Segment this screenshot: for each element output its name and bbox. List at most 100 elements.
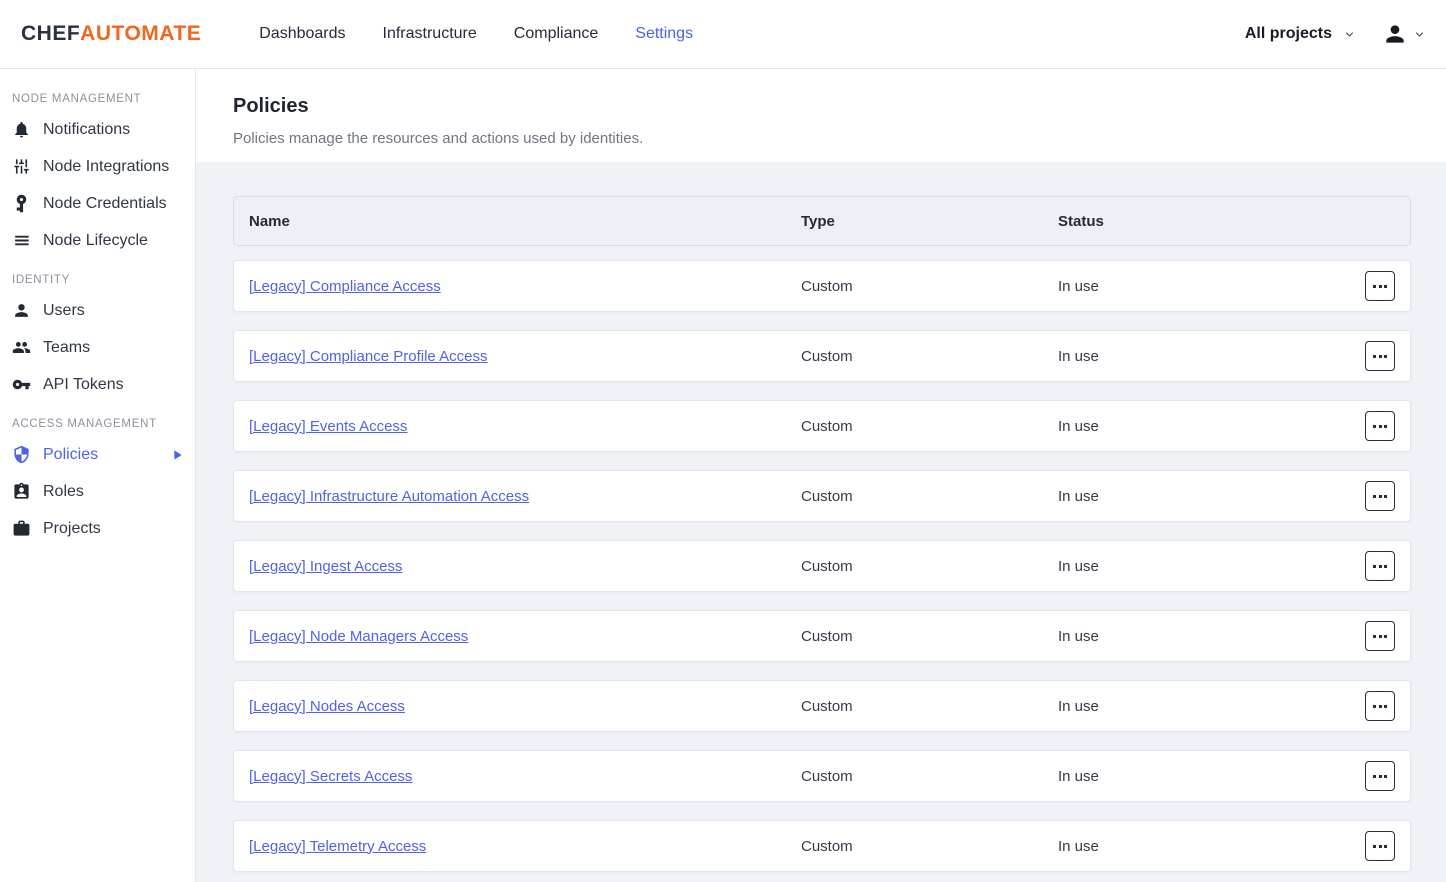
page-title: Policies	[233, 95, 1409, 118]
sidebar: NODE MANAGEMENT Notifications Node Integra…	[0, 69, 196, 882]
row-menu-button[interactable]	[1365, 271, 1395, 301]
row-menu-button[interactable]	[1365, 761, 1395, 791]
policy-link[interactable]: [Legacy] Compliance Access	[249, 278, 441, 295]
policy-name-cell: [Legacy] Telemetry Access	[249, 838, 801, 855]
column-header-type: Type	[801, 213, 1058, 230]
user-menu-dropdown[interactable]	[1382, 21, 1426, 47]
table-row: [Legacy] Ingest AccessCustomIn use	[233, 540, 1411, 592]
policy-name-cell: [Legacy] Secrets Access	[249, 768, 801, 785]
sidebar-item-label: Node Lifecycle	[43, 232, 148, 250]
policy-link[interactable]: [Legacy] Nodes Access	[249, 698, 405, 715]
policy-type-cell: Custom	[801, 698, 1058, 715]
table-row: [Legacy] Compliance Profile Access Custom…	[233, 330, 1411, 382]
policy-link[interactable]: [Legacy] Events Access	[249, 418, 407, 435]
people-icon	[12, 338, 31, 357]
list-icon	[12, 231, 31, 250]
sidebar-item-label: Node Credentials	[43, 195, 167, 213]
sidebar-item-users[interactable]: Users	[0, 292, 195, 329]
policy-status-cell: In use	[1058, 838, 1410, 855]
policy-status-cell: In use	[1058, 488, 1410, 505]
ellipsis-icon	[1373, 495, 1376, 498]
nav-item-compliance[interactable]: Compliance	[514, 25, 598, 43]
policy-status-cell: In use	[1058, 278, 1410, 295]
sidebar-item-label: Node Integrations	[43, 158, 169, 176]
sidebar-section-heading-identity: IDENTITY	[12, 274, 183, 286]
top-nav: Dashboards Infrastructure Compliance Settin…	[259, 25, 693, 43]
row-menu-button[interactable]	[1365, 411, 1395, 441]
projects-filter-dropdown[interactable]: All projects	[1245, 25, 1356, 43]
column-header-status: Status	[1058, 213, 1410, 230]
ellipsis-icon	[1373, 425, 1376, 428]
table-row: [Legacy] Events AccessCustomIn use	[233, 400, 1411, 452]
policy-type-cell: Custom	[801, 488, 1058, 505]
policy-type-cell: Custom	[801, 348, 1058, 365]
nav-item-dashboards[interactable]: Dashboards	[259, 25, 345, 43]
ellipsis-icon	[1373, 705, 1376, 708]
policy-name-cell: [Legacy] Compliance Profile Access	[249, 348, 801, 365]
bell-icon	[12, 120, 31, 139]
row-menu-button[interactable]	[1365, 831, 1395, 861]
sidebar-item-label: Projects	[43, 520, 101, 538]
page-header: Policies Policies manage the resources a…	[196, 69, 1446, 162]
table-row: [Legacy] Secrets AccessCustomIn use	[233, 750, 1411, 802]
briefcase-icon	[12, 519, 31, 538]
nav-item-infrastructure[interactable]: Infrastructure	[383, 25, 477, 43]
sidebar-item-node-credentials[interactable]: Node Credentials	[0, 185, 195, 222]
policy-name-cell: [Legacy] Nodes Access	[249, 698, 801, 715]
policy-type-cell: Custom	[801, 628, 1058, 645]
top-nav-right: All projects	[1245, 21, 1426, 47]
sidebar-item-policies[interactable]: Policies	[0, 436, 195, 473]
policy-link[interactable]: [Legacy] Secrets Access	[249, 768, 412, 785]
row-menu-button[interactable]	[1365, 481, 1395, 511]
policy-name-cell: [Legacy] Compliance Access	[249, 278, 801, 295]
top-nav-bar: CHEFAUTOMATE Dashboards Infrastructure Com…	[0, 0, 1446, 69]
row-menu-button[interactable]	[1365, 691, 1395, 721]
policy-link[interactable]: [Legacy] Infrastructure Automation Acces…	[249, 488, 529, 505]
logo-automate-text: AUTOMATE	[80, 22, 201, 45]
policy-link[interactable]: [Legacy] Ingest Access	[249, 558, 402, 575]
person-icon	[12, 301, 31, 320]
row-menu-button[interactable]	[1365, 621, 1395, 651]
nav-item-settings[interactable]: Settings	[635, 25, 693, 43]
sidebar-item-node-lifecycle[interactable]: Node Lifecycle	[0, 222, 195, 259]
table-row: [Legacy] Nodes AccessCustomIn use	[233, 680, 1411, 732]
sidebar-item-label: Users	[43, 302, 85, 320]
policy-status-cell: In use	[1058, 348, 1410, 365]
ellipsis-icon	[1373, 355, 1376, 358]
policy-name-cell: [Legacy] Events Access	[249, 418, 801, 435]
projects-filter-label: All projects	[1245, 25, 1332, 43]
policy-type-cell: Custom	[801, 418, 1058, 435]
sidebar-item-label: Teams	[43, 339, 90, 357]
policy-link[interactable]: [Legacy] Node Managers Access	[249, 628, 468, 645]
table-body: [Legacy] Compliance AccessCustomIn use[L…	[233, 260, 1411, 872]
sidebar-section-heading-node-management: NODE MANAGEMENT	[12, 93, 183, 105]
sidebar-item-node-integrations[interactable]: Node Integrations	[0, 148, 195, 185]
key-icon	[12, 375, 31, 394]
sidebar-item-projects[interactable]: Projects	[0, 510, 195, 547]
policy-name-cell: [Legacy] Infrastructure Automation Acces…	[249, 488, 801, 505]
policy-link[interactable]: [Legacy] Compliance Profile Access	[249, 348, 487, 365]
chef-automate-logo[interactable]: CHEFAUTOMATE	[21, 22, 201, 46]
sidebar-item-api-tokens[interactable]: API Tokens	[0, 366, 195, 403]
sidebar-item-notifications[interactable]: Notifications	[0, 111, 195, 148]
sliders-icon	[12, 157, 31, 176]
main-layout: NODE MANAGEMENT Notifications Node Integra…	[0, 69, 1446, 882]
chevron-down-icon	[1343, 28, 1356, 41]
policies-table: NameTypeStatus [Legacy] Compliance Acces…	[196, 162, 1446, 882]
sidebar-section-heading-access-management: ACCESS MANAGEMENT	[12, 418, 183, 430]
policy-link[interactable]: [Legacy] Telemetry Access	[249, 838, 426, 855]
app-window: CHEFAUTOMATE Dashboards Infrastructure Com…	[0, 0, 1446, 882]
sidebar-item-teams[interactable]: Teams	[0, 329, 195, 366]
policy-type-cell: Custom	[801, 558, 1058, 575]
table-header-row: NameTypeStatus	[233, 196, 1411, 246]
policy-type-cell: Custom	[801, 278, 1058, 295]
row-menu-button[interactable]	[1365, 341, 1395, 371]
sidebar-item-roles[interactable]: Roles	[0, 473, 195, 510]
row-menu-button[interactable]	[1365, 551, 1395, 581]
table-row: [Legacy] Node Managers AccessCustomIn us…	[233, 610, 1411, 662]
table-row: [Legacy] Infrastructure Automation Acces…	[233, 470, 1411, 522]
ellipsis-icon	[1373, 845, 1376, 848]
logo-chef-text: CHEF	[21, 22, 80, 45]
table-row: [Legacy] Compliance Access CustomIn use	[233, 260, 1411, 312]
policy-name-cell: [Legacy] Ingest Access	[249, 558, 801, 575]
